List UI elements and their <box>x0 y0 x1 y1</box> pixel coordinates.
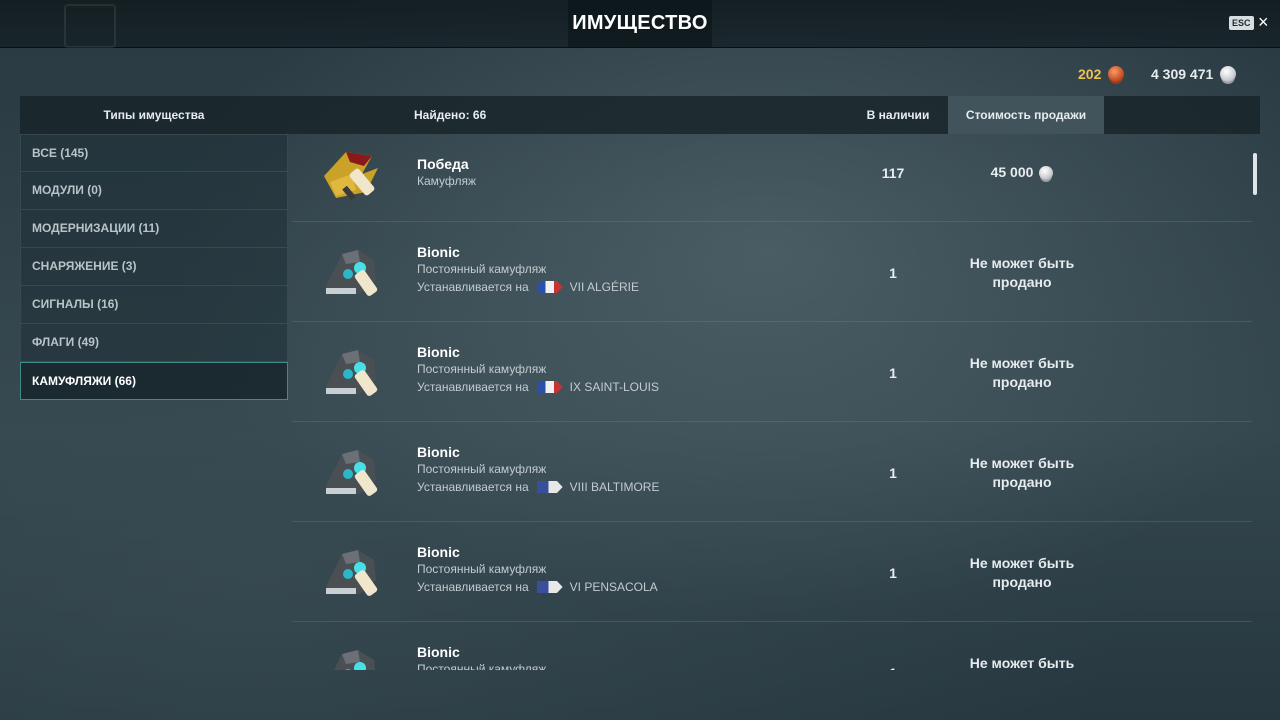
item-name: Bionic <box>417 644 460 660</box>
price-line-1: Не может быть <box>969 255 1075 271</box>
doubloons-value: 202 <box>1078 66 1102 82</box>
ship-name[interactable]: VIII BALTIMORE <box>570 480 660 494</box>
item-type: Постоянный камуфляж <box>417 562 547 576</box>
france-flag-icon <box>536 281 563 293</box>
ship-name[interactable]: IX SAINT-LOUIS <box>570 380 659 394</box>
item-price: Не может быть <box>952 654 1092 670</box>
sidebar-item-all[interactable]: ВСЕ (145) <box>20 134 288 172</box>
item-name: Bionic <box>417 444 460 460</box>
item-type: Постоянный камуфляж <box>417 462 547 476</box>
sidebar-item-consumables[interactable]: СНАРЯЖЕНИЕ (3) <box>20 248 288 286</box>
item-type: Постоянный камуфляж <box>417 262 547 276</box>
page-title: ИМУЩЕСТВО <box>572 12 708 34</box>
list-scrollbar[interactable] <box>1253 153 1257 195</box>
header-types: Типы имущества <box>103 108 205 122</box>
price-line-1: Не может быть <box>969 555 1075 571</box>
list-item[interactable]: Победа Камуфляж 117 45 000 <box>292 122 1252 222</box>
credits-value: 4 309 471 <box>1151 66 1214 82</box>
list-item[interactable]: Bionic Постоянный камуфляж Устанавливает… <box>292 322 1252 422</box>
category-sidebar: ВСЕ (145) МОДУЛИ (0) МОДЕРНИЗАЦИИ (11) С… <box>20 134 288 400</box>
close-icon[interactable]: × <box>1258 12 1269 32</box>
esc-key-badge[interactable]: ESC <box>1229 16 1254 30</box>
bionic-camo-icon <box>326 450 378 496</box>
sidebar-item-upgrades[interactable]: МОДЕРНИЗАЦИИ (11) <box>20 210 288 248</box>
install-label: Устанавливается на <box>417 580 529 594</box>
item-quantity: 1 <box>889 465 897 481</box>
install-label: Устанавливается на <box>417 480 529 494</box>
item-name: Bionic <box>417 544 460 560</box>
list-item[interactable]: Bionic Постоянный камуфляж 1 Не может бы… <box>292 622 1252 670</box>
list-item[interactable]: Bionic Постоянный камуфляж Устанавливает… <box>292 422 1252 522</box>
item-price: Не может быть продано <box>952 454 1092 492</box>
install-target: Устанавливается на VIII BALTIMORE <box>417 480 659 494</box>
price-line-1: Не может быть <box>969 455 1075 471</box>
list-item[interactable]: Bionic Постоянный камуфляж Устанавливает… <box>292 522 1252 622</box>
ship-name[interactable]: VII ALGÉRIE <box>570 280 639 294</box>
install-target: Устанавливается на VII ALGÉRIE <box>417 280 639 294</box>
sidebar-item-flags[interactable]: ФЛАГИ (49) <box>20 324 288 362</box>
price-line-2: продано <box>992 574 1052 590</box>
item-list: Победа Камуфляж 117 45 000 Bionic Постоя… <box>292 122 1252 670</box>
doubloons-balance: 202 <box>1078 66 1125 82</box>
install-label: Устанавливается на <box>417 380 529 394</box>
item-quantity: 1 <box>889 565 897 581</box>
item-quantity: 1 <box>889 365 897 381</box>
item-type: Постоянный камуфляж <box>417 662 547 670</box>
bionic-camo-icon <box>326 550 378 596</box>
doubloon-icon <box>1108 66 1125 82</box>
price-line-2: продано <box>992 374 1052 390</box>
price-line-2: продано <box>992 274 1052 290</box>
sidebar-item-signals[interactable]: СИГНАЛЫ (16) <box>20 286 288 324</box>
list-item[interactable]: Bionic Постоянный камуфляж Устанавливает… <box>292 222 1252 322</box>
item-price: 45 000 <box>952 163 1092 182</box>
item-quantity: 117 <box>881 165 905 181</box>
price-value: 45 000 <box>990 164 1034 180</box>
victory-camo-icon <box>324 152 378 201</box>
item-price: Не может быть продано <box>952 554 1092 592</box>
item-type: Камуфляж <box>417 174 477 188</box>
credits-balance: 4 309 471 <box>1151 66 1237 82</box>
clan-emblem-icon <box>64 4 116 48</box>
item-name: Bionic <box>417 244 460 260</box>
price-line-1: Не может быть <box>969 355 1075 371</box>
ship-name[interactable]: VI PENSACOLA <box>570 580 658 594</box>
credit-icon <box>1039 165 1054 180</box>
france-flag-icon <box>536 381 563 393</box>
sidebar-item-modules[interactable]: МОДУЛИ (0) <box>20 172 288 210</box>
install-label: Устанавливается на <box>417 280 529 294</box>
sidebar-item-camouflages[interactable]: КАМУФЛЯЖИ (66) <box>20 362 288 400</box>
install-target: Устанавливается на IX SAINT-LOUIS <box>417 380 659 394</box>
item-price: Не может быть продано <box>952 354 1092 392</box>
item-name: Победа <box>417 156 469 172</box>
install-target: Устанавливается на VI PENSACOLA <box>417 580 658 594</box>
bionic-camo-icon <box>326 350 378 396</box>
usa-flag-icon <box>536 581 563 593</box>
usa-flag-icon <box>536 481 563 493</box>
item-name: Bionic <box>417 344 460 360</box>
credit-icon <box>1220 66 1237 82</box>
price-line-1: Не может быть <box>969 655 1075 670</box>
price-line-2: продано <box>992 474 1052 490</box>
bionic-camo-icon <box>326 250 378 296</box>
item-quantity: 1 <box>852 665 934 670</box>
item-type: Постоянный камуфляж <box>417 362 547 376</box>
item-quantity: 1 <box>889 265 897 281</box>
item-price: Не может быть продано <box>952 254 1092 292</box>
bionic-camo-icon <box>334 650 375 670</box>
